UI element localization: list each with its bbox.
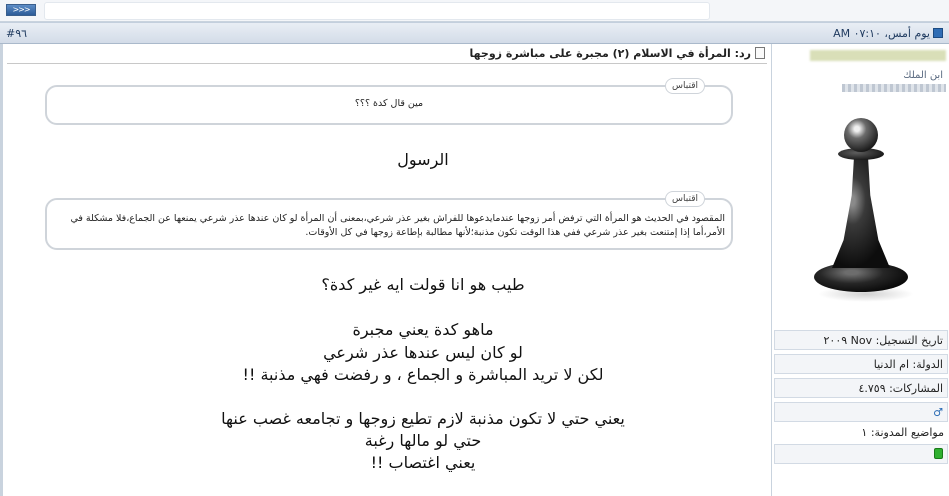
post-date: يوم أمس، ٠٧:١٠ AM [833,27,943,40]
pawn-head [844,118,878,152]
quote-label: اقتباس [665,191,705,207]
body-line: ماهو كدة يعني مجبرة [352,320,494,339]
online-status [774,444,948,464]
user-title: ابن الملك [903,70,943,81]
user-country: الدولة: ام الدنيا [774,354,948,374]
online-status-icon [934,448,943,459]
post-header: #٩٦ يوم أمس، ٠٧:١٠ AM [0,22,949,44]
document-icon [755,47,765,59]
navigation-box [44,2,710,20]
quote-box: اقتباس مين قال كدة ؟؟؟ [45,78,733,125]
post-icon [933,28,943,38]
pawn-body [832,156,890,268]
registration-date: تاريخ التسجيل: Nov ٢٠٠٩ [774,330,948,350]
quote-text: المقصود في الحديث هو المرأة التي ترفض أم… [70,213,725,238]
post-content: رد: المرأة في الاسلام (٢) مجبرة على مباش… [0,44,771,496]
body-line: لكن لا تريد المباشرة و الجماع ، و رفضت ف… [242,365,604,384]
body-line: يعني حتي لا تكون مذنبة لازم تطيع زوجها و… [221,409,625,428]
title-divider [7,63,767,64]
body-line: لو كان ليس عندها عذر شرعي [323,343,523,362]
quote-box: اقتباس المقصود في الحديث هو المرأة التي … [45,191,733,250]
quote-label: اقتباس [665,78,705,94]
body-line: يعني اغتصاب !! [370,453,476,472]
user-post-count: المشاركات: ٤.٧٥٩ [774,378,948,398]
user-rank-bar [842,84,946,92]
post-number-link[interactable]: #٩٦ [6,27,27,40]
quote-text: مين قال كدة ؟؟؟ [354,98,424,109]
body-line: حتي لو مالها رغبة [364,431,482,450]
post-title: رد: المرأة في الاسلام (٢) مجبرة على مباش… [470,47,765,60]
reply-line: الرسول [397,150,449,169]
post-date-text: يوم أمس، ٠٧:١٠ AM [833,27,930,40]
gender-icon: ♂ [774,402,948,422]
avatar[interactable] [806,118,916,308]
username-link[interactable] [810,50,946,61]
go-button[interactable]: >>> [6,4,36,16]
blog-topics: مواضيع المدونة: ١ [861,426,944,439]
user-sidebar: ابن الملك تاريخ التسجيل: Nov ٢٠٠٩ الدولة… [771,44,949,496]
body-line: طيب هو انا قولت ايه غير كدة؟ [321,275,525,294]
post-title-text: رد: المرأة في الاسلام (٢) مجبرة على مباش… [469,47,751,60]
top-navigation-strip: >>> [0,0,949,22]
